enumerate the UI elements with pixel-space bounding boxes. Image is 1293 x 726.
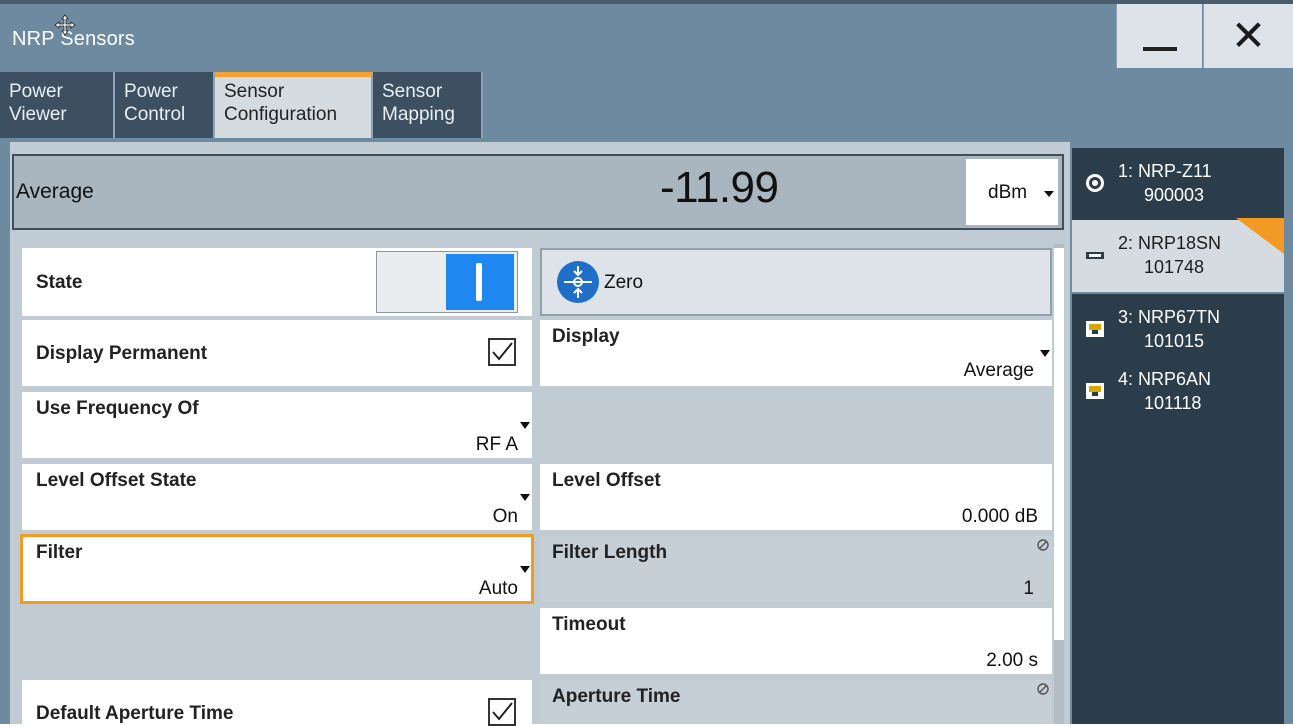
chevron-down-icon	[520, 422, 530, 429]
level-offset-label: Level Offset	[552, 470, 661, 491]
sensor-name: 2: NRP18SN	[1118, 233, 1222, 253]
display-permanent-label: Display Permanent	[36, 343, 208, 364]
tab-sensor-mapping[interactable]: Sensor Mapping	[373, 72, 483, 138]
measurement-display	[12, 154, 1064, 230]
chevron-down-icon	[520, 566, 530, 573]
use-frequency-of-label: Use Frequency Of	[36, 398, 199, 419]
measurement-value: -11.99	[660, 163, 779, 212]
timeout-value: 2.00 s	[986, 650, 1038, 671]
level-offset-state-value: On	[492, 506, 518, 527]
title-bar	[0, 0, 1293, 72]
read-only-icon	[1037, 539, 1049, 551]
zero-label: Zero	[604, 272, 644, 293]
sensor-serial: 101748	[1144, 257, 1205, 277]
checkmark-icon	[492, 342, 513, 361]
sensor-item-4[interactable]: 4: NRP6AN 101118	[1072, 356, 1284, 420]
usb-sensor-icon	[1086, 252, 1104, 259]
filter-length-label: Filter Length	[552, 542, 668, 563]
minimize-button[interactable]	[1116, 4, 1202, 68]
tab-power-control[interactable]: Power Control	[115, 72, 215, 138]
state-label: State	[36, 272, 83, 293]
sensor-name: 1: NRP-Z11	[1118, 161, 1212, 181]
zero-calibrate-icon	[557, 261, 599, 303]
tab-label: Power	[124, 81, 178, 102]
tab-sensor-configuration[interactable]: Sensor Configuration	[215, 72, 373, 138]
timeout-label: Timeout	[552, 614, 626, 635]
level-offset-value: 0.000 dB	[961, 506, 1038, 527]
close-button[interactable]: ✕	[1203, 4, 1293, 68]
filter-label: Filter	[36, 542, 83, 563]
sensor-name: 3: NRP67TN	[1118, 307, 1221, 327]
display-permanent-checkbox[interactable]	[488, 338, 516, 366]
move-cursor-icon	[54, 14, 76, 36]
chevron-down-icon	[1044, 191, 1054, 197]
sensor-name: 4: NRP6AN	[1118, 369, 1212, 389]
checkmark-icon	[492, 702, 513, 721]
power-sensor-icon	[1086, 174, 1104, 192]
lan-sensor-icon	[1086, 383, 1104, 399]
selected-marker-icon	[1236, 218, 1284, 254]
tab-label: Configuration	[224, 104, 338, 125]
level-offset-state-label: Level Offset State	[36, 470, 197, 491]
tab-label: Power	[9, 81, 63, 102]
tab-label: Sensor	[224, 81, 285, 102]
default-aperture-time-label: Default Aperture Time	[36, 703, 234, 724]
toggle-on-icon	[476, 263, 482, 301]
tab-label: Viewer	[9, 104, 67, 125]
measurement-label: Average	[16, 180, 94, 203]
read-only-icon	[1037, 683, 1049, 695]
filter-length-value: 1	[1023, 578, 1034, 599]
use-frequency-of-value: RF A	[475, 434, 518, 455]
unit-label: dBm	[988, 182, 1028, 203]
scrollbar-thumb[interactable]	[1054, 640, 1064, 724]
chevron-down-icon	[1040, 350, 1050, 357]
sensor-serial: 900003	[1144, 185, 1205, 205]
chevron-down-icon	[520, 494, 530, 501]
tab-label: Control	[124, 104, 186, 125]
lan-sensor-icon	[1086, 321, 1104, 337]
sensor-serial: 101015	[1144, 331, 1205, 351]
scrollbar-track-upper	[1054, 248, 1064, 640]
aperture-time-label: Aperture Time	[552, 686, 681, 707]
display-value: Average	[963, 360, 1034, 381]
tab-power-viewer[interactable]: Power Viewer	[0, 72, 115, 138]
sensor-serial: 101118	[1144, 393, 1202, 413]
default-aperture-time-checkbox[interactable]	[488, 698, 516, 726]
tab-label: Mapping	[382, 104, 455, 125]
sensor-item-1[interactable]: 1: NRP-Z11 900003	[1072, 148, 1284, 220]
sensor-list-background	[1072, 420, 1284, 724]
minimize-icon	[1142, 47, 1177, 51]
tab-label: Sensor	[382, 81, 443, 102]
close-icon: ✕	[1230, 11, 1267, 60]
display-label: Display	[552, 326, 620, 347]
filter-value: Auto	[478, 578, 518, 599]
